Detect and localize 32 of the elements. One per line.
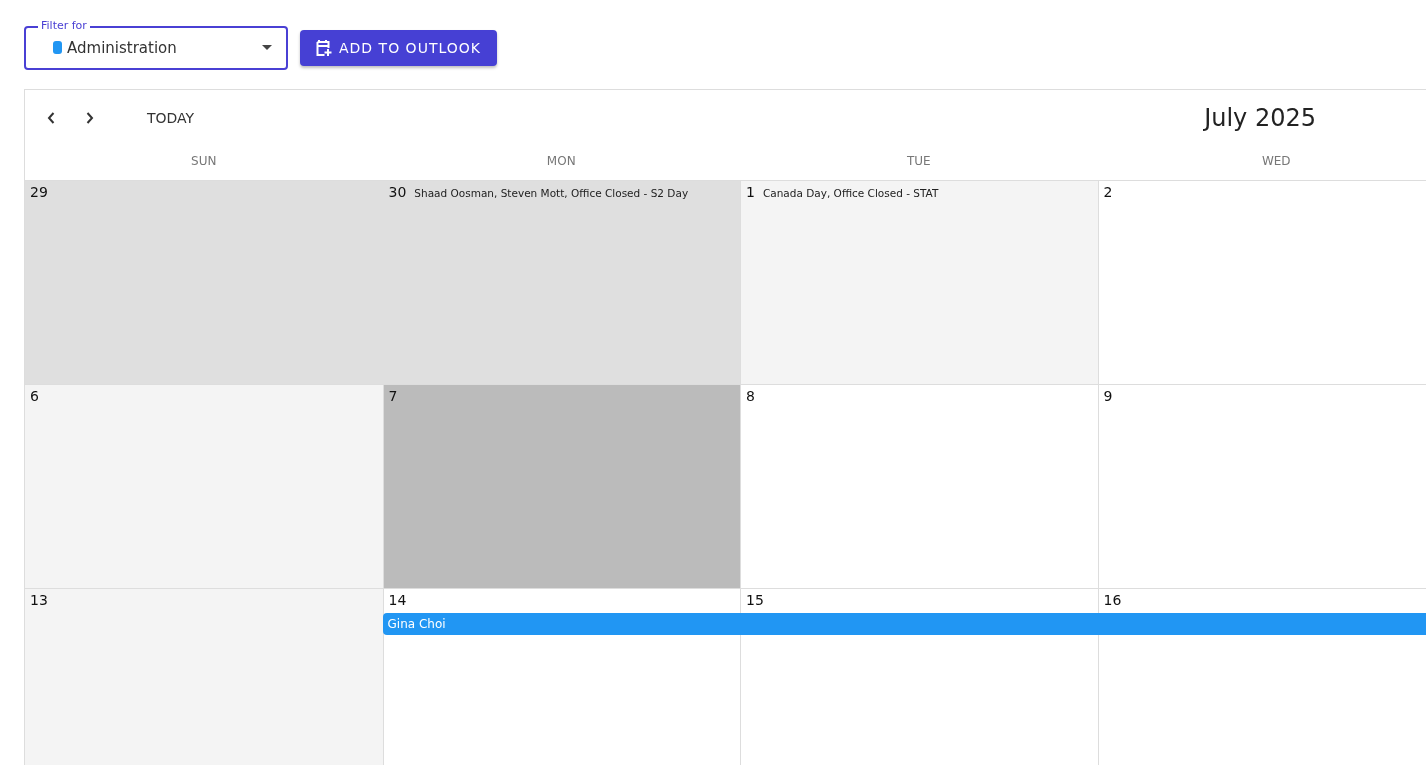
event-text: Shaad Oosman, Steven Mott, Office Closed - S2 Day [414,187,689,199]
day-number: 2 [1103,184,1113,200]
day-number: 6 [30,388,39,404]
day-number: 30 [388,184,407,200]
day-cell[interactable]: 29 [25,181,383,384]
caret-icon [262,45,272,50]
day-number: 1 [746,184,755,200]
day-number: 16 [1103,592,1122,608]
day-number: 15 [746,592,764,608]
day-number: 14 [388,592,407,608]
day-cell[interactable]: 13 [25,589,383,765]
day-number: 29 [30,184,48,200]
add-to-outlook-button[interactable]: ADD TO OUTLOOK [300,29,497,66]
weekday-label: SUN [190,153,218,170]
next-icon[interactable] [86,112,94,124]
day-number: 9 [1103,388,1113,404]
today-button[interactable]: TODAY [147,110,195,126]
day-cell[interactable]: 1 Canada Day, Office Closed - STAT [740,181,1098,384]
weekday-label: TUE [905,153,932,170]
calendar-add-icon [316,38,332,57]
weekday-label: MON [545,153,577,170]
day-cell[interactable]: 30 Shaad Oosman, Steven Mott, Office Closed - S2 Day [382,181,740,384]
day-cell[interactable]: 7 [382,385,740,588]
previous-icon[interactable] [47,112,55,124]
filter-value: Administration [67,38,178,57]
month-title: July 2025 [1204,104,1316,132]
day-number: 7 [388,388,398,404]
weekday-label: WED [1260,153,1292,170]
day-number: 13 [30,592,48,608]
event-text: Canada Day, Office Closed - STAT [762,187,939,199]
day-number: 8 [746,388,755,404]
day-cell[interactable]: 6 [25,385,383,588]
